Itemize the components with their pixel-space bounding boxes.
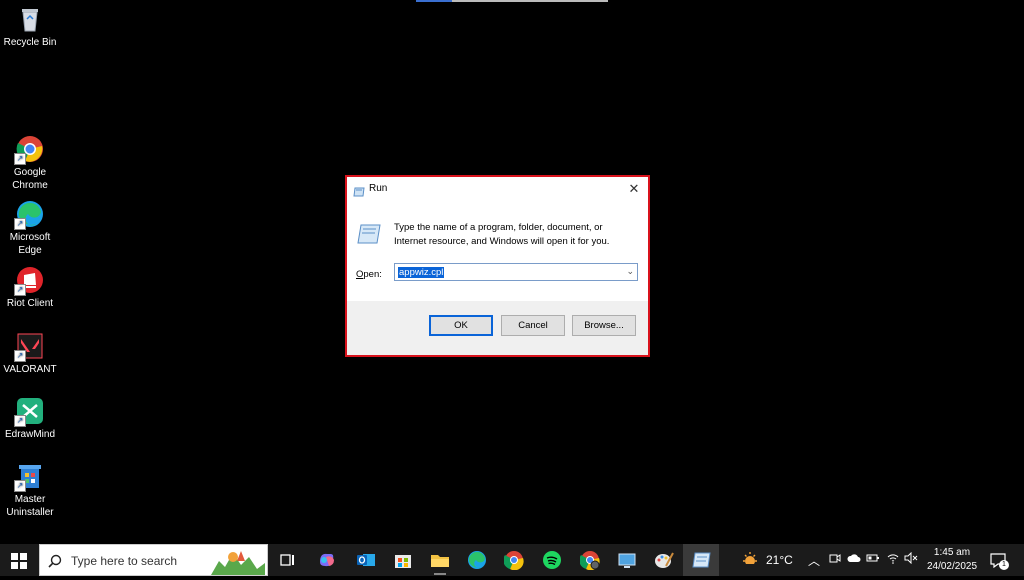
outlook-icon[interactable] bbox=[356, 550, 376, 570]
desktop-icon-recycle-bin[interactable]: Recycle Bin bbox=[0, 5, 60, 49]
shortcut-arrow-icon: ↗ bbox=[14, 284, 26, 296]
valorant-icon: ↗ bbox=[14, 332, 44, 362]
desktop-icon-riot-client[interactable]: ↗ Riot Client bbox=[0, 266, 60, 310]
remote-desktop-icon[interactable] bbox=[617, 550, 637, 570]
run-program-icon bbox=[357, 223, 381, 245]
edge-icon: ↗ bbox=[14, 200, 44, 230]
file-explorer-icon[interactable] bbox=[430, 550, 450, 570]
chevron-down-icon[interactable]: ⌄ bbox=[626, 266, 634, 277]
chevron-up-icon[interactable]: ︿ bbox=[808, 552, 820, 569]
wifi-icon[interactable] bbox=[886, 552, 900, 567]
run-titlebar[interactable]: Run ✕ bbox=[347, 177, 648, 201]
taskbar-search[interactable]: Type here to search bbox=[39, 544, 268, 576]
browse-button[interactable]: Browse... bbox=[572, 315, 636, 336]
shortcut-arrow-icon: ↗ bbox=[14, 218, 26, 230]
notification-badge: 1 bbox=[999, 560, 1009, 570]
desktop-icon-valorant[interactable]: ↗ VALORANT bbox=[0, 332, 60, 376]
desktop-icon-label: Microsoft Edge bbox=[9, 232, 51, 256]
desktop-icon-label: VALORANT bbox=[3, 364, 57, 375]
shortcut-arrow-icon: ↗ bbox=[14, 415, 26, 427]
cancel-button[interactable]: Cancel bbox=[501, 315, 565, 336]
run-taskbar-icon bbox=[691, 551, 711, 574]
search-highlight-illustration bbox=[211, 547, 265, 575]
riot-client-icon: ↗ bbox=[14, 266, 44, 296]
paint-icon[interactable] bbox=[654, 550, 674, 570]
top-window-edge-gray bbox=[452, 0, 608, 2]
desktop-icon-label: Riot Client bbox=[6, 298, 54, 309]
taskbar: Type here to search 21°C ︿ 1:45 am 24/02… bbox=[0, 544, 1024, 576]
desktop-icon-label: Master Uninstaller bbox=[6, 494, 54, 518]
spotify-icon[interactable] bbox=[542, 550, 562, 570]
run-title: Run bbox=[369, 183, 388, 194]
open-combobox[interactable]: appwiz.cpl ⌄ bbox=[394, 263, 638, 281]
desktop-icon-label: Google Chrome bbox=[12, 167, 48, 191]
volume-muted-icon[interactable] bbox=[904, 551, 918, 567]
file-explorer-running-indicator bbox=[434, 573, 446, 575]
task-view-icon[interactable] bbox=[278, 550, 298, 570]
search-placeholder: Type here to search bbox=[71, 554, 178, 568]
onedrive-icon[interactable] bbox=[847, 552, 861, 567]
open-label-rest: pen: bbox=[363, 269, 382, 280]
ok-button[interactable]: OK bbox=[429, 315, 493, 336]
clock-date[interactable]: 24/02/2025 bbox=[922, 561, 982, 572]
weather-icon[interactable] bbox=[740, 550, 760, 570]
open-input-value[interactable]: appwiz.cpl bbox=[398, 267, 445, 278]
run-taskbar-button-active[interactable] bbox=[683, 544, 719, 576]
run-footer: OK Cancel Browse... bbox=[347, 301, 648, 355]
clock-time[interactable]: 1:45 am bbox=[922, 547, 982, 558]
search-icon bbox=[48, 554, 62, 568]
windows-start-icon[interactable] bbox=[11, 553, 27, 569]
meet-now-icon[interactable] bbox=[829, 552, 841, 567]
battery-icon[interactable] bbox=[866, 552, 880, 567]
run-dialog: Run ✕ Type the name of a program, folder… bbox=[345, 175, 650, 357]
master-uninstaller-icon: ↗ bbox=[14, 462, 44, 492]
desktop-icon-edrawmind[interactable]: ↗ EdrawMind bbox=[0, 397, 60, 441]
desktop-icon-label: EdrawMind bbox=[4, 429, 56, 440]
shortcut-arrow-icon: ↗ bbox=[14, 480, 26, 492]
desktop-icon-label: Recycle Bin bbox=[3, 37, 57, 48]
chrome-taskbar-icon[interactable] bbox=[503, 550, 524, 571]
desktop-icon-google-chrome[interactable]: ↗ Google Chrome bbox=[0, 135, 60, 192]
desktop-icon-master-uninstaller[interactable]: ↗ Master Uninstaller bbox=[0, 462, 60, 519]
edge-taskbar-icon[interactable] bbox=[467, 550, 487, 570]
shortcut-arrow-icon: ↗ bbox=[14, 153, 26, 165]
weather-temperature[interactable]: 21°C bbox=[766, 553, 793, 567]
chrome-icon: ↗ bbox=[14, 135, 44, 165]
open-label: Open: bbox=[356, 269, 382, 280]
chrome-profile-taskbar-icon[interactable] bbox=[579, 550, 600, 571]
recycle-bin-icon bbox=[16, 5, 44, 33]
top-window-edge-blue bbox=[416, 0, 452, 2]
close-icon[interactable]: ✕ bbox=[626, 181, 642, 197]
edrawmind-icon: ↗ bbox=[14, 397, 44, 427]
microsoft-store-icon[interactable] bbox=[393, 550, 413, 570]
shortcut-arrow-icon: ↗ bbox=[14, 350, 26, 362]
run-body: Type the name of a program, folder, docu… bbox=[347, 201, 648, 303]
run-small-icon bbox=[353, 184, 365, 197]
run-description: Type the name of a program, folder, docu… bbox=[394, 222, 610, 247]
desktop-icon-microsoft-edge[interactable]: ↗ Microsoft Edge bbox=[0, 200, 60, 257]
copilot-icon[interactable] bbox=[317, 550, 337, 570]
